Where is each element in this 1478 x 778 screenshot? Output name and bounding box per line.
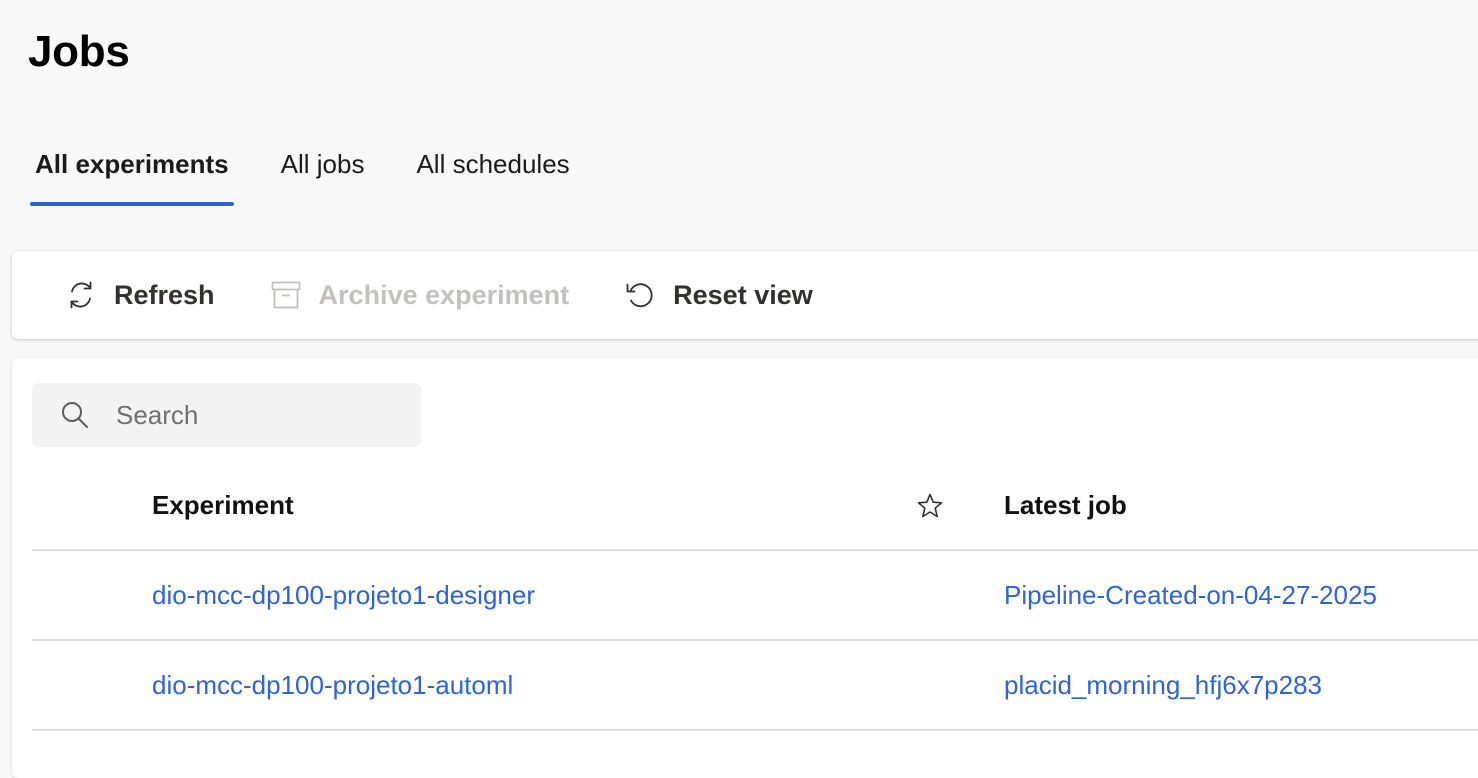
tab-all-jobs[interactable]: All jobs — [276, 140, 370, 206]
star-icon[interactable] — [916, 462, 944, 549]
latest-job-link[interactable]: placid_morning_hfj6x7p283 — [1004, 641, 1322, 729]
refresh-button[interactable]: Refresh — [64, 265, 215, 325]
table-row[interactable]: dio-mcc-dp100-projeto1-designer Pipeline… — [32, 551, 1478, 641]
search-icon — [60, 400, 90, 430]
archive-icon — [269, 278, 303, 312]
search-input[interactable] — [114, 398, 398, 432]
archive-experiment-button[interactable]: Archive experiment — [269, 265, 570, 325]
column-header-latest-job[interactable]: Latest job — [1004, 462, 1127, 549]
experiment-link[interactable]: dio-mcc-dp100-projeto1-designer — [152, 551, 535, 639]
tab-bar: All experiments All jobs All schedules — [30, 140, 617, 206]
reset-view-label: Reset view — [673, 279, 813, 310]
search-box[interactable] — [32, 383, 421, 447]
latest-job-link[interactable]: Pipeline-Created-on-04-27-2025 — [1004, 551, 1377, 639]
tab-all-experiments[interactable]: All experiments — [30, 140, 234, 206]
experiments-table: Experiment Latest job dio-mcc-dp100-proj… — [32, 462, 1478, 731]
table-header: Experiment Latest job — [32, 462, 1478, 551]
undo-icon — [623, 278, 657, 312]
command-toolbar: Refresh Archive experiment Reset view — [12, 251, 1478, 339]
refresh-label: Refresh — [114, 279, 215, 310]
tab-all-schedules[interactable]: All schedules — [411, 140, 574, 206]
page-title: Jobs — [28, 27, 130, 76]
table-row[interactable]: dio-mcc-dp100-projeto1-automl placid_mor… — [32, 641, 1478, 731]
reset-view-button[interactable]: Reset view — [623, 265, 813, 325]
archive-experiment-label: Archive experiment — [318, 279, 570, 310]
experiments-panel: Experiment Latest job dio-mcc-dp100-proj… — [12, 358, 1478, 778]
experiment-link[interactable]: dio-mcc-dp100-projeto1-automl — [152, 641, 513, 729]
refresh-icon — [64, 278, 98, 312]
column-header-experiment[interactable]: Experiment — [152, 462, 294, 549]
